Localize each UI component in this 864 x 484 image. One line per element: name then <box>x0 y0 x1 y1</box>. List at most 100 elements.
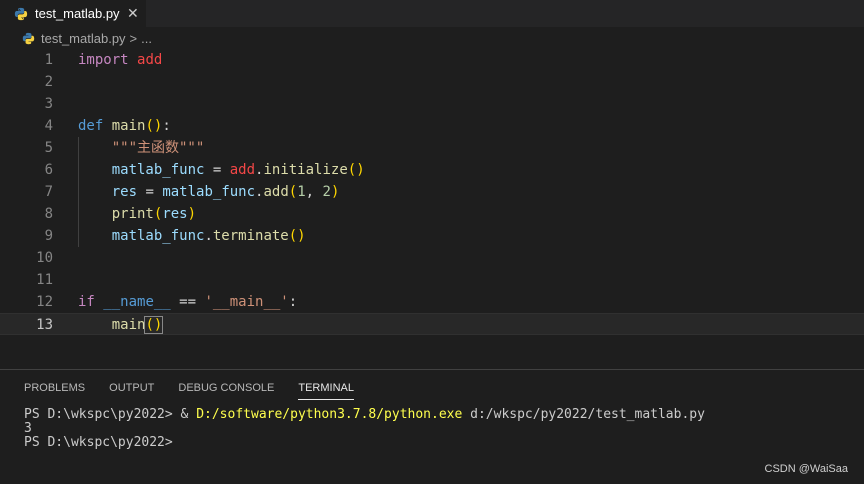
code-line[interactable]: 9 matlab_func.terminate() <box>0 225 864 247</box>
code-text: import add <box>78 49 162 71</box>
python-icon <box>22 32 35 44</box>
code-token: () <box>347 162 365 178</box>
code-text: def main(): <box>78 115 171 137</box>
editor-tab-test-matlab[interactable]: test_matlab.py ✕ <box>0 0 146 27</box>
code-text: res = matlab_func.add(1, 2) <box>78 181 340 203</box>
code-text: matlab_func = add.initialize() <box>78 159 365 181</box>
line-number: 7 <box>44 184 53 200</box>
tab-problems[interactable]: PROBLEMS <box>24 370 85 406</box>
tab-bar: test_matlab.py ✕ <box>0 0 864 27</box>
code-token: 1 <box>297 184 306 200</box>
code-token: print <box>111 206 154 222</box>
code-token: terminate <box>212 228 289 244</box>
code-line[interactable]: 11 <box>0 269 864 291</box>
tab-label: test_matlab.py <box>35 6 120 21</box>
breadcrumb: test_matlab.py > ... <box>0 27 864 49</box>
code-token: () <box>145 118 163 134</box>
code-text: matlab_func.terminate() <box>78 225 306 247</box>
code-editor[interactable]: 1 import add 2 3 4 def main(): 5 """主函数""" 6 ma… <box>0 49 864 369</box>
code-text: if __name__ == '__main__': <box>78 291 297 313</box>
code-token: matlab_func <box>111 162 205 178</box>
line-number: 8 <box>44 206 53 222</box>
code-token: res <box>162 206 188 222</box>
code-token: 2 <box>322 184 331 200</box>
code-token: matlab_func <box>162 184 256 200</box>
code-token: add <box>229 162 256 178</box>
code-token: res <box>111 184 138 200</box>
python-icon <box>14 7 28 20</box>
code-token: __name__ <box>103 294 171 310</box>
line-number: 1 <box>44 52 53 68</box>
code-token: matlab_func <box>111 228 205 244</box>
code-token: () <box>144 316 164 334</box>
code-token: == <box>170 294 205 310</box>
code-token: , <box>305 184 323 200</box>
code-token: ) <box>330 184 340 200</box>
code-token: import <box>78 52 129 68</box>
code-token: add <box>137 52 163 68</box>
code-line[interactable]: 7 res = matlab_func.add(1, 2) <box>0 181 864 203</box>
line-number: 4 <box>44 118 53 134</box>
code-token: ( <box>288 184 298 200</box>
code-line[interactable]: 2 <box>0 71 864 93</box>
chevron-right-icon: > <box>129 30 138 46</box>
terminal-output[interactable]: PS D:\wkspc\py2022> & D:/software/python… <box>24 408 705 450</box>
code-token: '__main__' <box>204 294 289 310</box>
line-number: 10 <box>36 250 53 266</box>
line-number: 13 <box>36 317 53 333</box>
bottom-panel: PROBLEMS OUTPUT DEBUG CONSOLE TERMINAL PS D… <box>0 369 864 484</box>
code-token: main <box>111 118 146 134</box>
line-number: 6 <box>44 162 53 178</box>
watermark: CSDN @WaiSaa <box>764 463 849 475</box>
code-line[interactable]: 13 main() <box>0 313 864 335</box>
code-text: main() <box>78 314 164 336</box>
code-text: """主函数""" <box>78 137 205 159</box>
panel-tabs: PROBLEMS OUTPUT DEBUG CONSOLE TERMINAL <box>0 370 864 406</box>
tab-terminal[interactable]: TERMINAL <box>298 370 354 406</box>
code-line[interactable]: 6 matlab_func = add.initialize() <box>0 159 864 181</box>
code-line[interactable]: 5 """主函数""" <box>0 137 864 159</box>
code-token: """主函数""" <box>111 140 205 156</box>
code-token: main <box>111 317 146 333</box>
line-number: 12 <box>36 294 53 310</box>
breadcrumb-more[interactable]: ... <box>141 31 152 46</box>
terminal-prompt: PS D:\wkspc\py2022> <box>24 407 181 422</box>
code-token: : <box>162 118 171 134</box>
terminal-exe: D:/software/python3.7.8/python.exe <box>196 407 463 422</box>
line-number: 11 <box>36 272 53 288</box>
code-line[interactable]: 10 <box>0 247 864 269</box>
code-token: def <box>78 118 104 134</box>
code-token: initialize <box>263 162 348 178</box>
code-line[interactable]: 12 if __name__ == '__main__': <box>0 291 864 313</box>
code-line[interactable]: 1 import add <box>0 49 864 71</box>
tab-debug-console[interactable]: DEBUG CONSOLE <box>178 370 274 406</box>
terminal-amp: & <box>180 407 197 422</box>
close-icon[interactable]: ✕ <box>127 4 139 22</box>
breadcrumb-file[interactable]: test_matlab.py <box>41 31 126 46</box>
code-token: = <box>204 162 230 178</box>
code-token: . <box>204 228 213 244</box>
terminal-arg: d:/wkspc/py2022/test_matlab.py <box>462 407 705 422</box>
line-number: 3 <box>44 96 53 112</box>
code-token: add <box>263 184 289 200</box>
line-number: 2 <box>44 74 53 90</box>
code-token: ) <box>187 206 197 222</box>
terminal-prompt: PS D:\wkspc\py2022> <box>24 435 173 450</box>
code-token: () <box>288 228 306 244</box>
code-token: = <box>137 184 163 200</box>
code-line[interactable]: 3 <box>0 93 864 115</box>
code-token: : <box>288 294 298 310</box>
tab-output[interactable]: OUTPUT <box>109 370 154 406</box>
code-line[interactable]: 8 print(res) <box>0 203 864 225</box>
code-line[interactable]: 4 def main(): <box>0 115 864 137</box>
line-number: 9 <box>44 228 53 244</box>
code-token: if <box>78 294 95 310</box>
